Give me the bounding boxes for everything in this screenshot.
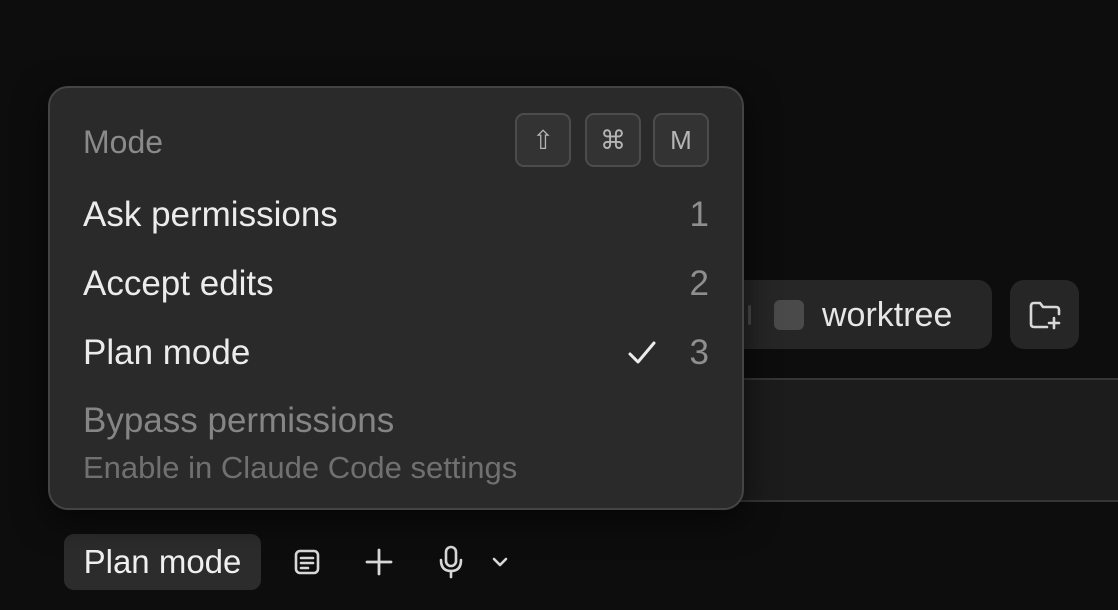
voice-input-button[interactable] bbox=[431, 542, 471, 582]
voice-options-dropdown[interactable] bbox=[482, 542, 518, 582]
add-folder-button[interactable] bbox=[1010, 280, 1079, 349]
menu-item-bypass-permissions: Bypass permissions bbox=[83, 401, 395, 440]
microphone-icon bbox=[439, 545, 463, 579]
mode-selector-button[interactable]: Plan mode bbox=[64, 534, 261, 590]
menu-item-label: Plan mode bbox=[83, 333, 251, 372]
menu-item-ask-permissions[interactable]: Ask permissions 1 bbox=[83, 192, 709, 238]
menu-item-shortcut: 2 bbox=[689, 264, 709, 303]
bypass-permissions-hint: Enable in Claude Code settings bbox=[83, 450, 518, 485]
menu-item-label: Ask permissions bbox=[83, 195, 338, 234]
menu-item-shortcut: 3 bbox=[689, 333, 709, 372]
worktree-checkbox[interactable] bbox=[774, 300, 804, 330]
menu-item-accept-edits[interactable]: Accept edits 2 bbox=[83, 261, 709, 307]
message-input-area[interactable] bbox=[736, 378, 1118, 502]
menu-item-shortcut: 1 bbox=[689, 195, 709, 234]
chevron-down-icon bbox=[492, 557, 508, 567]
command-key-icon: ⌘ bbox=[585, 113, 641, 167]
add-button[interactable] bbox=[359, 542, 399, 582]
m-key: M bbox=[653, 113, 709, 167]
notes-button[interactable] bbox=[287, 542, 327, 582]
checkmark-icon bbox=[628, 341, 656, 364]
worktree-label: worktree bbox=[822, 296, 953, 334]
notes-icon bbox=[294, 549, 320, 575]
composer-options-bar: worktree bbox=[736, 280, 992, 349]
plus-icon bbox=[365, 548, 393, 576]
mode-menu: Mode ⇧ ⌘ M Ask permissions 1 Accept edit… bbox=[48, 86, 744, 510]
menu-heading: Mode bbox=[83, 124, 164, 160]
toolbar-divider bbox=[748, 305, 751, 325]
shift-key-icon: ⇧ bbox=[515, 113, 571, 167]
menu-item-label: Accept edits bbox=[83, 264, 274, 303]
folder-plus-icon bbox=[1029, 301, 1060, 329]
menu-item-plan-mode[interactable]: Plan mode 3 bbox=[83, 330, 709, 376]
